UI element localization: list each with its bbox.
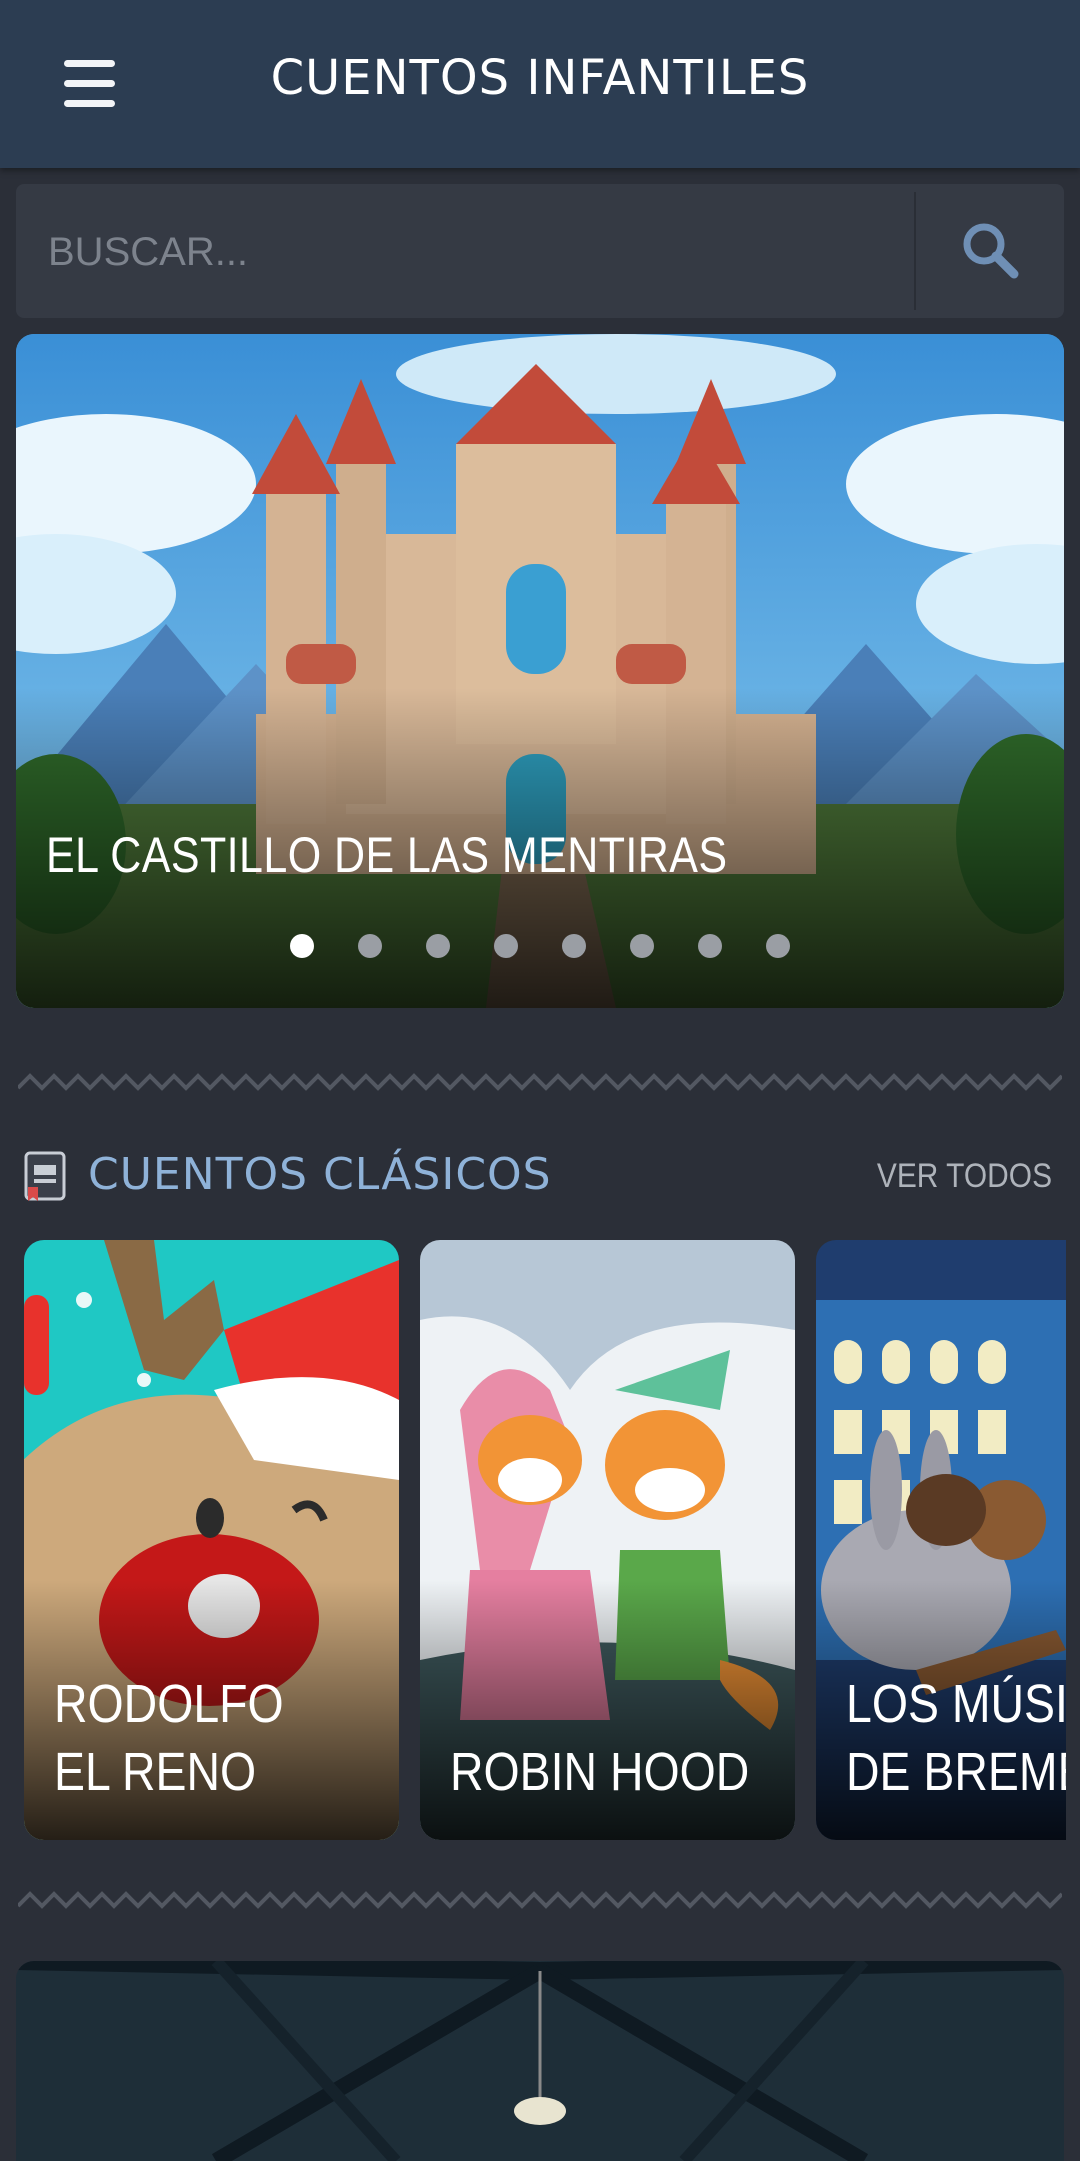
section-header: CUENTOS CLÁSICOS VER TODOS: [22, 1145, 1062, 1205]
search-bar: [16, 184, 1064, 320]
carousel-dot[interactable]: [562, 934, 586, 958]
next-section-banner[interactable]: [16, 1961, 1064, 2161]
hero-story-title[interactable]: EL CASTILLO DE LAS MENTIRAS: [46, 826, 727, 884]
story-card[interactable]: ROBIN HOOD: [420, 1240, 795, 1840]
section-title: CUENTOS CLÁSICOS: [88, 1149, 552, 1200]
story-card-title: ROBIN HOOD: [450, 1742, 750, 1802]
carousel-indicator: [16, 934, 1064, 958]
story-card-title: RODOLFO EL RENO: [54, 1674, 284, 1802]
app-title: CUENTOS INFANTILES: [270, 50, 810, 106]
carousel-dot[interactable]: [290, 934, 314, 958]
story-card[interactable]: RODOLFO EL RENO: [24, 1240, 399, 1840]
carousel-dot[interactable]: [494, 934, 518, 958]
app-bar: CUENTOS INFANTILES: [0, 0, 1080, 168]
attic-illustration: [16, 1961, 1064, 2161]
story-card-title: LOS MÚSICOS DE BREMEN: [846, 1674, 1066, 1802]
zigzag-divider: [18, 1891, 1062, 1909]
search-button[interactable]: [916, 184, 1064, 318]
carousel-dot[interactable]: [358, 934, 382, 958]
zigzag-divider: [18, 1073, 1062, 1091]
search-input[interactable]: [46, 184, 900, 320]
carousel-dot[interactable]: [630, 934, 654, 958]
carousel-dot[interactable]: [426, 934, 450, 958]
carousel-dot[interactable]: [766, 934, 790, 958]
featured-story-carousel[interactable]: EL CASTILLO DE LAS MENTIRAS: [16, 334, 1064, 1008]
carousel-dot[interactable]: [698, 934, 722, 958]
story-card-row: RODOLFO EL RENO ROBIN HOOD LOS MÚS DE BR…: [24, 1240, 1066, 1840]
story-card[interactable]: LOS MÚSICOS DE BREMEN: [816, 1240, 1066, 1840]
book-icon: [24, 1151, 66, 1201]
search-icon: [963, 223, 1019, 279]
see-all-link[interactable]: VER TODOS: [877, 1157, 1052, 1196]
